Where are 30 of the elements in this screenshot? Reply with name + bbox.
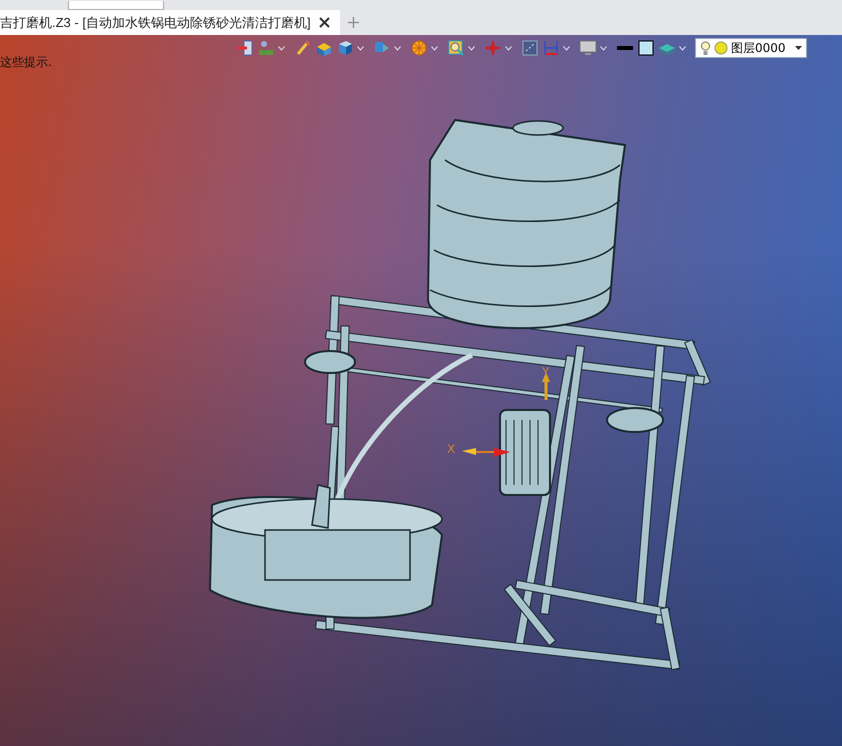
- lightbulb-icon: [700, 40, 711, 56]
- pen-icon[interactable]: [294, 39, 312, 57]
- y-axis-label: Y: [542, 365, 550, 379]
- cube-icon[interactable]: [336, 39, 354, 57]
- frame-icon[interactable]: [521, 39, 539, 57]
- caret-icon[interactable]: [278, 46, 285, 50]
- caret-icon[interactable]: [468, 46, 475, 50]
- x-axis-label: X: [447, 442, 456, 456]
- document-tab[interactable]: 吉打磨机.Z3 - [自动加水铁锅电动除锈砂光清洁打磨机]: [0, 10, 340, 35]
- magnify-icon[interactable]: [447, 39, 465, 57]
- caret-icon[interactable]: [505, 46, 512, 50]
- caret-icon[interactable]: [394, 46, 401, 50]
- caret-icon[interactable]: [679, 46, 686, 50]
- exit-icon[interactable]: [236, 39, 254, 57]
- close-icon[interactable]: [318, 17, 330, 28]
- circle-icon: [714, 41, 728, 55]
- color-swatch-icon[interactable]: [637, 39, 655, 57]
- hint-text: 这些提示.: [0, 54, 52, 71]
- dropdown-arrow-icon[interactable]: [795, 46, 802, 50]
- sketch-icon[interactable]: [257, 39, 275, 57]
- layer-dropdown[interactable]: 图层0000: [695, 38, 807, 58]
- caret-icon[interactable]: [563, 46, 570, 50]
- x-axis-arrow: [462, 448, 510, 457]
- select-field[interactable]: [68, 1, 164, 10]
- add-tab-icon[interactable]: [348, 17, 359, 28]
- wheel-icon[interactable]: [410, 39, 428, 57]
- monitor-icon[interactable]: [579, 39, 597, 57]
- caret-icon[interactable]: [357, 46, 364, 50]
- caret-icon[interactable]: [431, 46, 438, 50]
- caret-icon[interactable]: [600, 46, 607, 50]
